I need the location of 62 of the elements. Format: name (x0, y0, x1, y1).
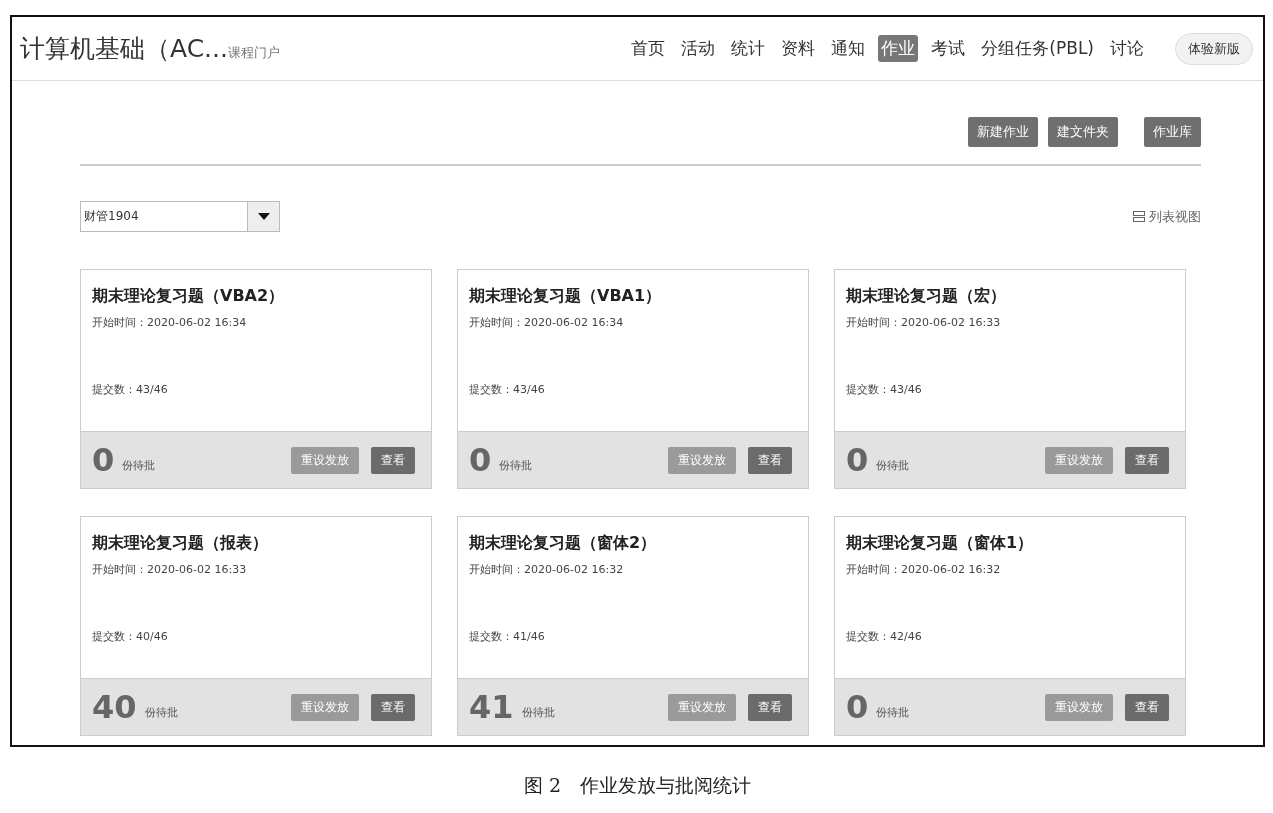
view-button[interactable]: 查看 (748, 446, 792, 474)
start-time: 开始时间：2020-06-02 16:34 (469, 315, 625, 330)
nav-tab[interactable]: 活动 (678, 35, 719, 62)
list-icon (1133, 211, 1145, 222)
pending-label: 份待批 (876, 704, 911, 720)
figure-caption: 图 2 作业发放与批阅统计 (523, 774, 752, 796)
nav-tab[interactable]: 分组任务(PBL) (978, 35, 1097, 62)
class-select[interactable]: 财管1904 (80, 201, 280, 232)
submission-count: 提交数：43/46 (469, 382, 546, 397)
reset-button[interactable]: 重设发放 (668, 446, 736, 474)
pending-count: 0 (92, 444, 115, 476)
view-button[interactable]: 查看 (371, 693, 415, 721)
reset-button[interactable]: 重设发放 (1045, 693, 1113, 721)
assignment-title: 期末理论复习题（窗体2） (469, 533, 658, 554)
reset-button[interactable]: 重设发放 (1045, 446, 1113, 474)
action-button[interactable]: 新建作业 (968, 117, 1038, 147)
nav-tab[interactable]: 通知 (828, 35, 869, 62)
assignment-title: 期末理论复习题（窗体1） (846, 533, 1035, 554)
reset-button[interactable]: 重设发放 (291, 446, 359, 474)
view-button[interactable]: 查看 (1125, 446, 1169, 474)
submission-count: 提交数：41/46 (469, 629, 546, 644)
start-time: 开始时间：2020-06-02 16:33 (846, 315, 1002, 330)
course-title: 计算机基础（AC... (20, 33, 228, 65)
start-time: 开始时间：2020-06-02 16:32 (469, 562, 625, 577)
new-version-button[interactable]: 体验新版 (1175, 32, 1253, 65)
assignment-title: 期末理论复习题（VBA2） (92, 286, 286, 307)
nav-tab[interactable]: 考试 (928, 35, 969, 62)
submission-count: 提交数：42/46 (846, 629, 923, 644)
submission-count: 提交数：40/46 (92, 629, 169, 644)
course-subtitle: 课程门户 (227, 44, 280, 62)
start-time: 开始时间：2020-06-02 16:32 (846, 562, 1002, 577)
view-button[interactable]: 查看 (371, 446, 415, 474)
pending-count: 0 (846, 444, 869, 476)
pending-count: 0 (846, 691, 869, 723)
nav-tab[interactable]: 统计 (728, 35, 769, 62)
assignment-title: 期末理论复习题（报表） (92, 533, 269, 554)
action-button[interactable]: 作业库 (1144, 117, 1201, 147)
list-view-link[interactable]: 列表视图 (1133, 207, 1201, 226)
assignment-title: 期末理论复习题（宏） (846, 286, 1007, 307)
action-button[interactable]: 建文件夹 (1048, 117, 1118, 147)
start-time: 开始时间：2020-06-02 16:34 (92, 315, 248, 330)
reset-button[interactable]: 重设发放 (668, 693, 736, 721)
caret-icon (257, 213, 270, 220)
pending-label: 份待批 (144, 704, 179, 720)
pending-count: 0 (469, 444, 492, 476)
nav-tab[interactable]: 首页 (628, 35, 669, 62)
pending-label: 份待批 (521, 704, 556, 720)
assignment-title: 期末理论复习题（VBA1） (469, 286, 663, 307)
view-button[interactable]: 查看 (748, 693, 792, 721)
nav-tab[interactable]: 作业 (878, 35, 919, 62)
reset-button[interactable]: 重设发放 (291, 693, 359, 721)
pending-label: 份待批 (876, 457, 911, 473)
pending-count: 41 (469, 691, 514, 723)
submission-count: 提交数：43/46 (92, 382, 169, 397)
view-button[interactable]: 查看 (1125, 693, 1169, 721)
nav-tab[interactable]: 讨论 (1107, 35, 1147, 62)
submission-count: 提交数：43/46 (846, 382, 923, 397)
pending-label: 份待批 (499, 457, 534, 473)
start-time: 开始时间：2020-06-02 16:33 (92, 562, 248, 577)
nav-tab[interactable]: 资料 (778, 35, 819, 62)
pending-label: 份待批 (122, 457, 157, 473)
pending-count: 40 (92, 691, 137, 723)
